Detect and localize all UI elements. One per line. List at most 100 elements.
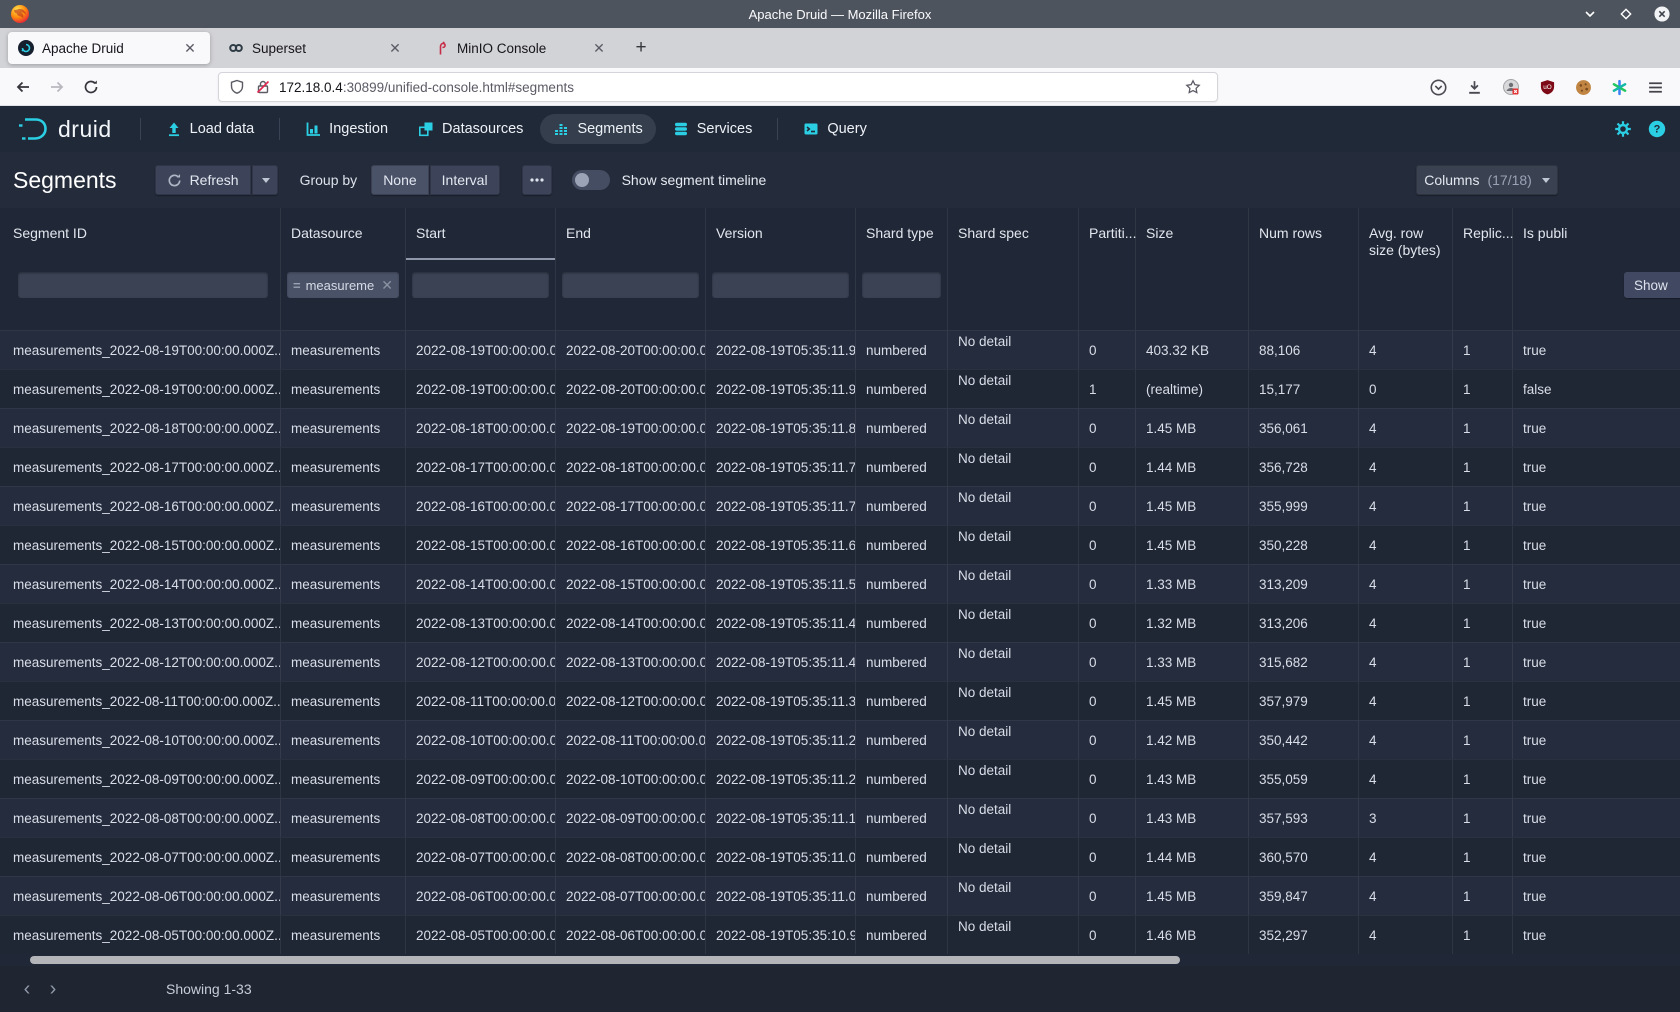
- nav-item-datasources[interactable]: Datasources: [405, 114, 536, 144]
- scrollbar-thumb[interactable]: [30, 956, 1180, 964]
- table-row[interactable]: measurements_2022-08-07T00:00:00.000Z...…: [0, 837, 1680, 876]
- minimize-icon[interactable]: [1582, 6, 1598, 22]
- tab-label: MinIO Console: [457, 41, 565, 56]
- group-by-none-button[interactable]: None: [371, 165, 428, 195]
- refresh-dropdown-button[interactable]: [252, 165, 278, 195]
- pocket-icon[interactable]: [1423, 72, 1453, 102]
- table-row[interactable]: measurements_2022-08-16T00:00:00.000Z...…: [0, 486, 1680, 525]
- table-row[interactable]: measurements_2022-08-17T00:00:00.000Z...…: [0, 447, 1680, 486]
- reload-button[interactable]: [76, 72, 106, 102]
- bookmark-star-icon[interactable]: [1183, 77, 1203, 97]
- column-header-version[interactable]: Version: [705, 208, 855, 260]
- tab-apache-druid[interactable]: Apache Druid ✕: [8, 32, 210, 64]
- table-row[interactable]: measurements_2022-08-11T00:00:00.000Z...…: [0, 681, 1680, 720]
- column-header-is-published[interactable]: Is publi: [1512, 208, 1680, 260]
- column-header-size[interactable]: Size: [1135, 208, 1248, 260]
- help-icon[interactable]: ?: [1648, 120, 1666, 138]
- back-button[interactable]: [8, 72, 38, 102]
- cell-replicas: 1: [1452, 330, 1512, 369]
- table-row[interactable]: measurements_2022-08-19T00:00:00.000Z...…: [0, 369, 1680, 408]
- column-header-segment-id[interactable]: Segment ID: [0, 208, 280, 260]
- remove-filter-icon[interactable]: ✕: [381, 277, 393, 294]
- cell-shard-type: numbered: [855, 876, 947, 915]
- url-bar[interactable]: 172.18.0.4:30899/unified-console.html#se…: [218, 72, 1218, 102]
- tab-superset[interactable]: Superset ✕: [218, 32, 415, 64]
- cell-num-rows: 350,442: [1248, 720, 1358, 759]
- column-header-partition[interactable]: Partiti...: [1078, 208, 1135, 260]
- ublock-icon[interactable]: uO: [1532, 72, 1562, 102]
- url-text[interactable]: 172.18.0.4:30899/unified-console.html#se…: [279, 80, 1183, 95]
- close-icon[interactable]: [1654, 6, 1670, 22]
- table-row[interactable]: measurements_2022-08-19T00:00:00.000Z...…: [0, 330, 1680, 369]
- horizontal-scrollbar[interactable]: [0, 954, 1680, 966]
- segments-table: Segment IDDatasourceStartEndVersionShard…: [0, 208, 1680, 954]
- column-header-replicas[interactable]: Replic...: [1452, 208, 1512, 260]
- datasource-filter-tag[interactable]: =measureme✕: [287, 272, 399, 298]
- cell-is-published: true: [1512, 447, 1680, 486]
- group-by-interval-button[interactable]: Interval: [430, 165, 500, 195]
- nav-item-ingestion[interactable]: Ingestion: [292, 114, 401, 144]
- next-page-button[interactable]: ›: [40, 976, 66, 1002]
- table-row[interactable]: measurements_2022-08-13T00:00:00.000Z...…: [0, 603, 1680, 642]
- maximize-icon[interactable]: [1618, 6, 1634, 22]
- column-header-avg-row-size[interactable]: Avg. row size (bytes): [1358, 208, 1452, 260]
- column-header-datasource[interactable]: Datasource: [280, 208, 405, 260]
- nav-item-segments[interactable]: Segments: [540, 114, 655, 144]
- table-row[interactable]: measurements_2022-08-05T00:00:00.000Z...…: [0, 915, 1680, 954]
- cell-segment-id: measurements_2022-08-17T00:00:00.000Z...: [0, 447, 280, 486]
- nav-item-query[interactable]: Query: [790, 114, 880, 144]
- forward-button[interactable]: [42, 72, 72, 102]
- tab-close-icon[interactable]: ✕: [385, 38, 405, 58]
- column-header-num-rows[interactable]: Num rows: [1248, 208, 1358, 260]
- table-row[interactable]: measurements_2022-08-18T00:00:00.000Z...…: [0, 408, 1680, 447]
- cell-start: 2022-08-19T00:00:00.0...: [405, 330, 555, 369]
- column-header-end[interactable]: End: [555, 208, 705, 260]
- start-filter-input[interactable]: [412, 272, 549, 298]
- shard-type-filter-input[interactable]: [862, 272, 941, 298]
- more-options-button[interactable]: [522, 165, 552, 195]
- cell-size: 1.43 MB: [1135, 759, 1248, 798]
- column-header-start[interactable]: Start: [405, 208, 555, 260]
- tab-close-icon[interactable]: ✕: [180, 38, 200, 58]
- table-row[interactable]: measurements_2022-08-10T00:00:00.000Z...…: [0, 720, 1680, 759]
- table-row[interactable]: measurements_2022-08-12T00:00:00.000Z...…: [0, 642, 1680, 681]
- filter-cell-version: [705, 260, 855, 330]
- end-filter-input[interactable]: [562, 272, 699, 298]
- cell-shard-spec: No detail: [947, 642, 1078, 681]
- settings-gear-icon[interactable]: [1614, 120, 1632, 138]
- hamburger-menu-icon[interactable]: [1640, 72, 1670, 102]
- cookie-icon[interactable]: [1568, 72, 1598, 102]
- tab-close-icon[interactable]: ✕: [589, 38, 609, 58]
- column-header-shard-type[interactable]: Shard type: [855, 208, 947, 260]
- cell-start: 2022-08-18T00:00:00.0...: [405, 408, 555, 447]
- segment-timeline-toggle[interactable]: [572, 170, 610, 190]
- svg-text:?: ?: [1654, 124, 1661, 136]
- cell-version: 2022-08-19T05:35:11.9...: [705, 330, 855, 369]
- insecure-lock-icon[interactable]: [253, 77, 273, 97]
- filter-cell-shard-spec: [947, 260, 1078, 330]
- filter-cell-size: [1135, 260, 1248, 330]
- table-row[interactable]: measurements_2022-08-08T00:00:00.000Z...…: [0, 798, 1680, 837]
- column-header-shard-spec[interactable]: Shard spec: [947, 208, 1078, 260]
- nav-item-load-data[interactable]: Load data: [153, 114, 268, 144]
- druid-brand[interactable]: druid: [16, 116, 112, 143]
- is-published-show-filter-button[interactable]: Show: [1624, 272, 1680, 298]
- version-filter-input[interactable]: [712, 272, 849, 298]
- table-row[interactable]: measurements_2022-08-15T00:00:00.000Z...…: [0, 525, 1680, 564]
- tab-minio-console[interactable]: MinIO Console ✕: [423, 32, 619, 64]
- columns-button[interactable]: Columns (17/18): [1416, 165, 1558, 195]
- segment-id-filter-input[interactable]: [18, 272, 268, 298]
- cell-size: 1.45 MB: [1135, 876, 1248, 915]
- nav-item-services[interactable]: Services: [660, 114, 766, 144]
- downloads-icon[interactable]: [1459, 72, 1489, 102]
- refresh-button[interactable]: Refresh: [155, 165, 251, 195]
- shield-icon[interactable]: [227, 77, 247, 97]
- new-tab-button[interactable]: +: [627, 34, 655, 62]
- table-row[interactable]: measurements_2022-08-06T00:00:00.000Z...…: [0, 876, 1680, 915]
- table-row[interactable]: measurements_2022-08-09T00:00:00.000Z...…: [0, 759, 1680, 798]
- previous-page-button[interactable]: ‹: [14, 976, 40, 1002]
- asterisk-extension-icon[interactable]: [1604, 72, 1634, 102]
- extension-disabled-icon[interactable]: [1496, 72, 1526, 102]
- cell-datasource: measurements: [280, 798, 405, 837]
- table-row[interactable]: measurements_2022-08-14T00:00:00.000Z...…: [0, 564, 1680, 603]
